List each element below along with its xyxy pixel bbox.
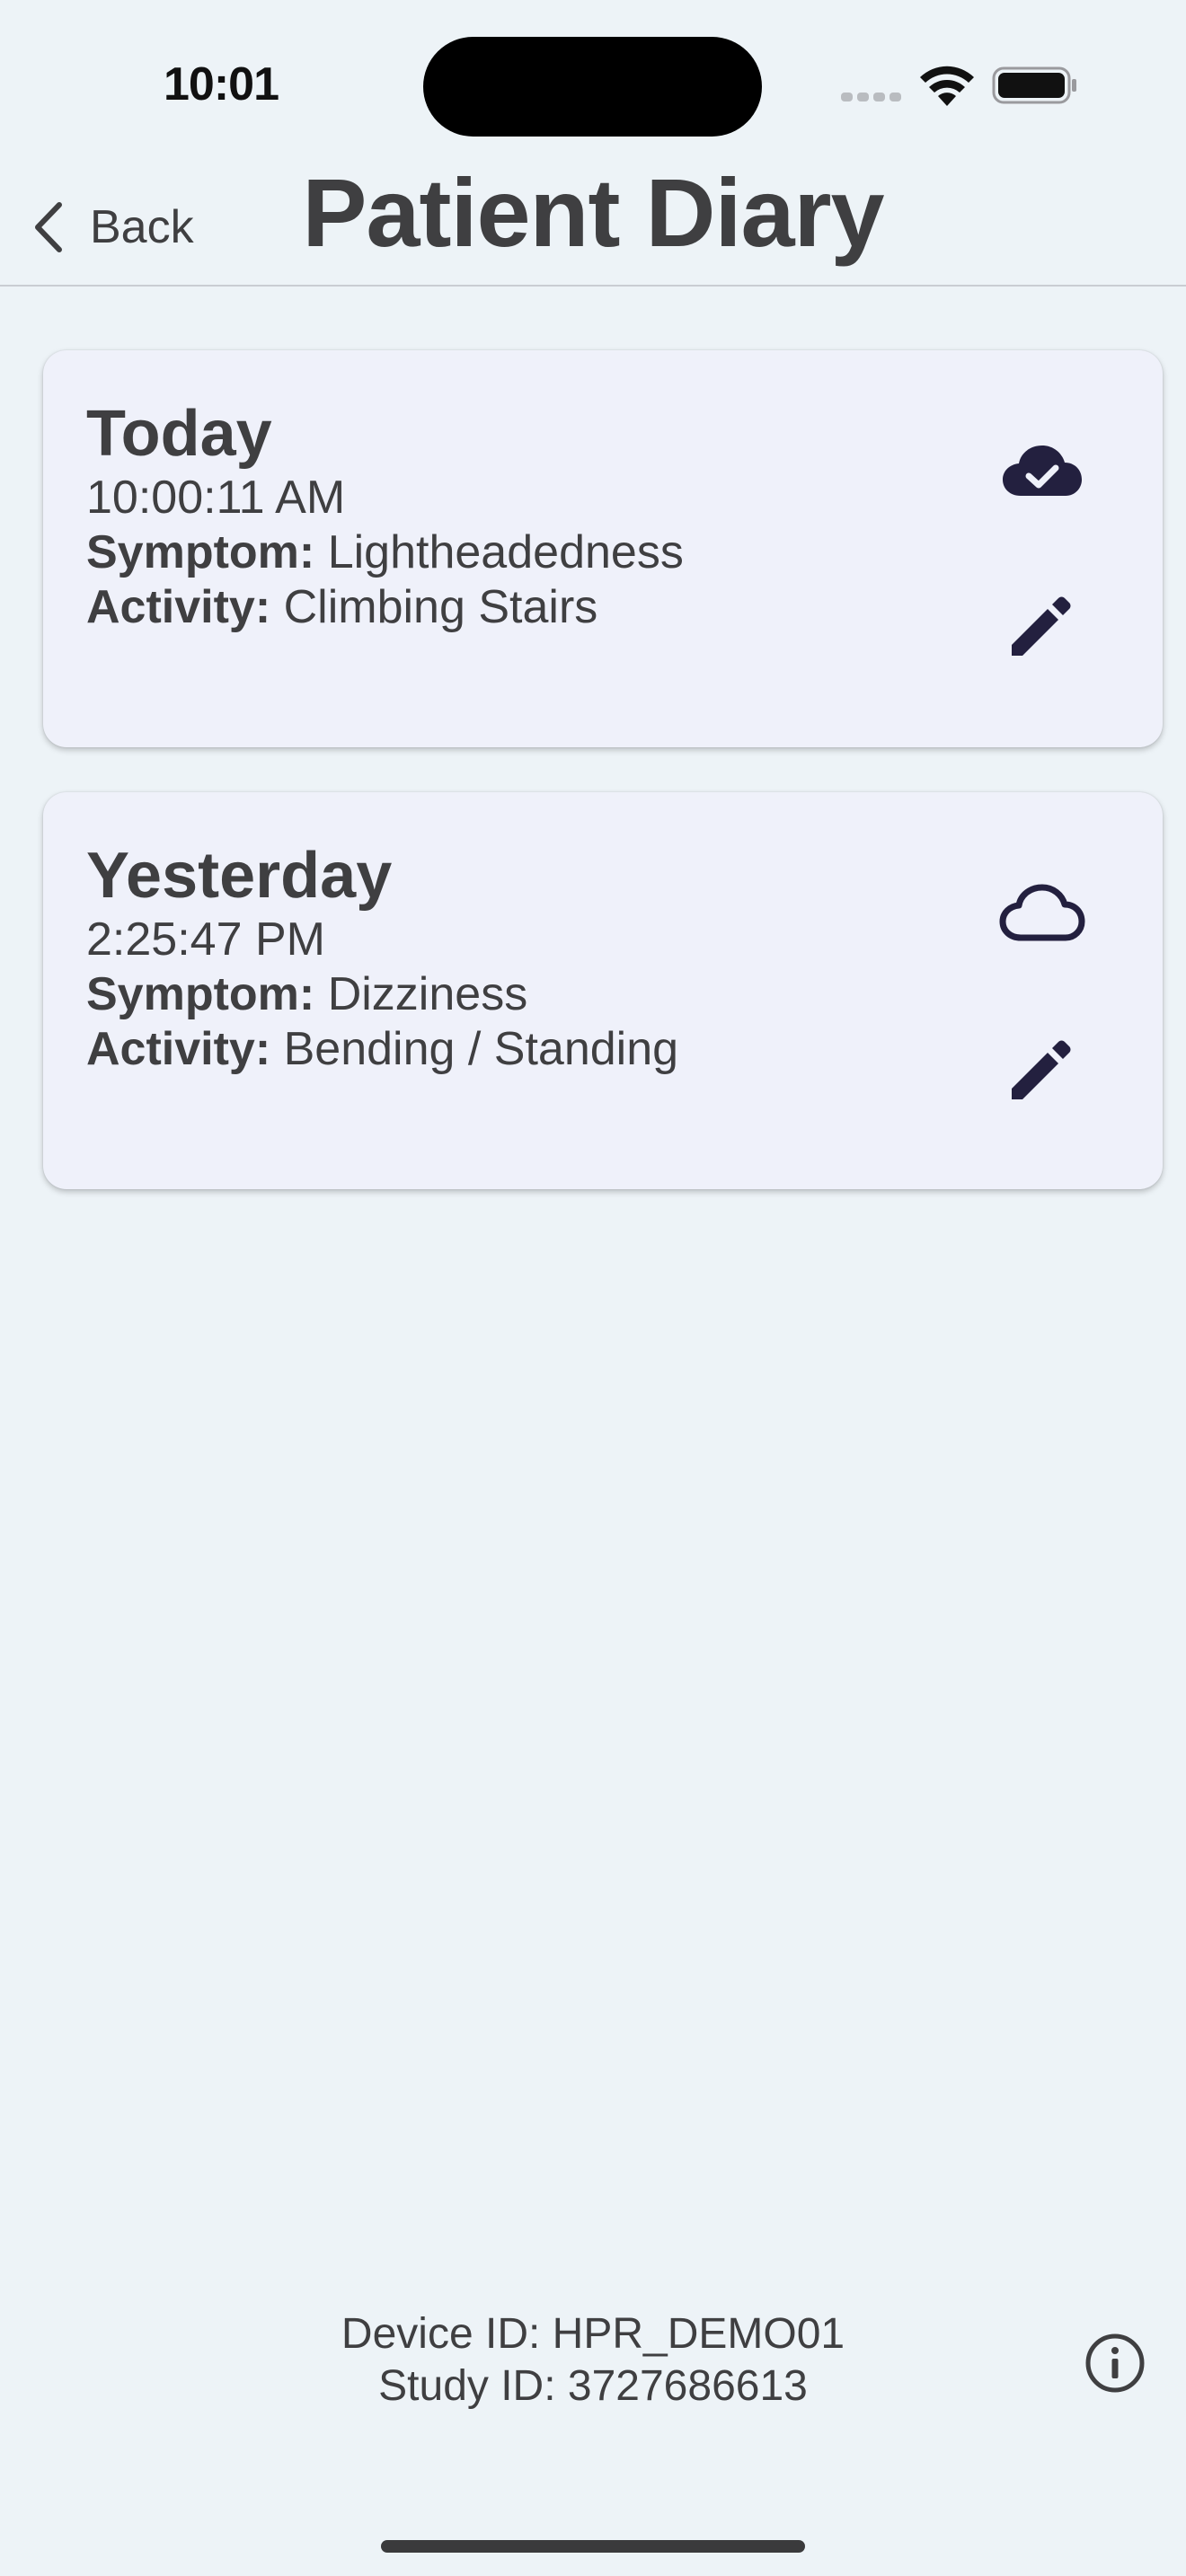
battery-icon: [992, 66, 1076, 104]
entry-symptom: Symptom: Lightheadedness: [86, 525, 684, 580]
activity-label: Activity:: [86, 581, 271, 633]
info-icon[interactable]: [1084, 2332, 1146, 2395]
device-id: Device ID: HPR_DEMO01: [341, 2310, 845, 2358]
activity-value: Climbing Stairs: [283, 581, 598, 633]
symptom-value: Lightheadedness: [327, 526, 684, 578]
symptom-value: Dizziness: [327, 968, 528, 1020]
pencil-icon[interactable]: [1006, 589, 1078, 661]
cloud-outline-icon: [999, 884, 1085, 941]
entry-day: Today: [86, 398, 272, 470]
diary-entry-card[interactable]: Today 10:00:11 AM Symptom: Lightheadedne…: [43, 350, 1163, 747]
activity-value: Bending / Standing: [283, 1023, 679, 1075]
symptom-label: Symptom:: [86, 968, 315, 1020]
pencil-icon[interactable]: [1006, 1033, 1078, 1105]
activity-label: Activity:: [86, 1023, 271, 1075]
entry-details: Today 10:00:11 AM Symptom: Lightheadedne…: [86, 397, 684, 635]
diary-entry-card[interactable]: Yesterday 2:25:47 PM Symptom: Dizziness …: [43, 792, 1163, 1189]
dynamic-island: [423, 37, 762, 137]
entry-activity: Activity: Bending / Standing: [86, 1022, 678, 1077]
entry-day: Yesterday: [86, 840, 393, 912]
footer-ids: Device ID: HPR_DEMO01 Study ID: 37276866…: [0, 2308, 1186, 2413]
entry-time: 2:25:47 PM: [86, 913, 325, 966]
cloud-check-icon: [1003, 446, 1082, 496]
header-divider: [0, 285, 1186, 287]
entry-details: Yesterday 2:25:47 PM Symptom: Dizziness …: [86, 839, 678, 1077]
study-id: Study ID: 3727686613: [378, 2362, 808, 2410]
symptom-label: Symptom:: [86, 526, 315, 578]
home-indicator: [381, 2540, 805, 2553]
entry-activity: Activity: Climbing Stairs: [86, 580, 684, 635]
entry-time: 10:00:11 AM: [86, 472, 346, 524]
cellular-signal-icon: [841, 93, 902, 101]
entry-symptom: Symptom: Dizziness: [86, 967, 678, 1022]
page-title: Patient Diary: [302, 158, 884, 267]
status-bar-time: 10:01: [164, 58, 279, 110]
wifi-icon: [920, 66, 974, 106]
